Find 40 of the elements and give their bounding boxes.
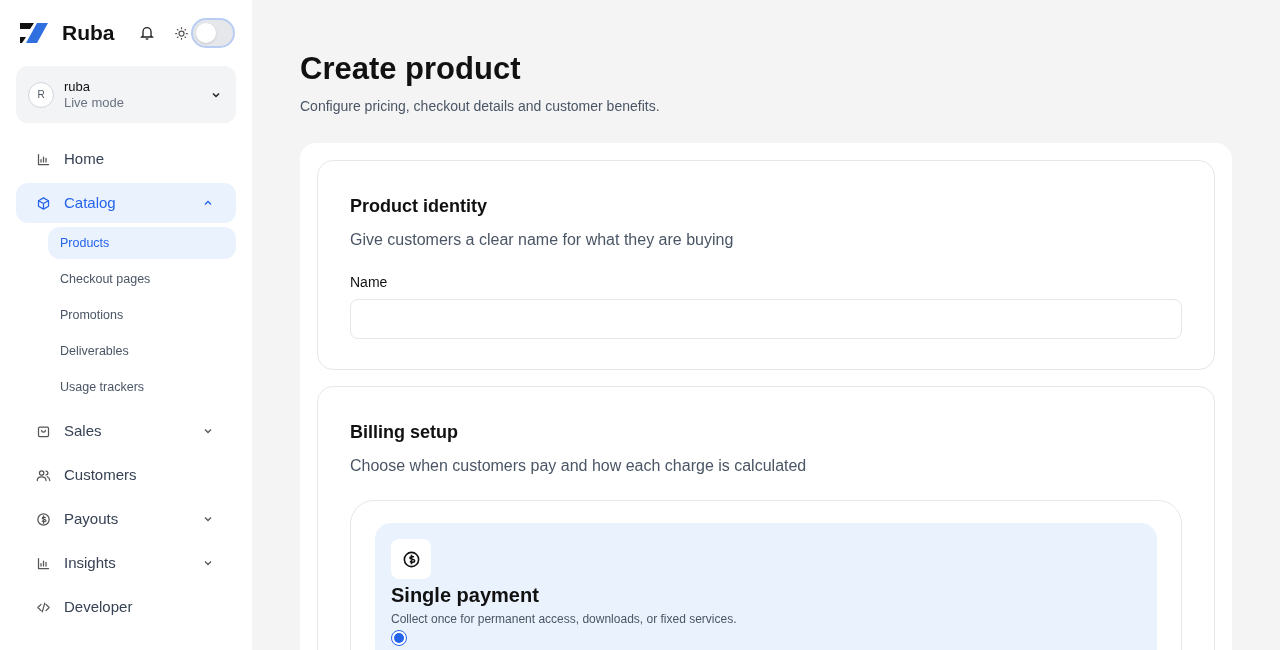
people-icon (36, 467, 51, 483)
page-subtitle: Configure pricing, checkout details and customer benefits. (300, 97, 661, 116)
dollar-icon (36, 511, 51, 527)
option-description: Collect once for permanent access, downloads, or fixed services. (391, 611, 737, 627)
sidebar-subitem[interactable]: Promotions (48, 299, 236, 331)
account-switcher[interactable]: R ruba Live mode (16, 66, 236, 123)
sidebar-subitem[interactable]: Usage trackers (48, 371, 236, 403)
bag-icon (36, 423, 51, 439)
billing-option-card[interactable]: Single payment Collect once for permanent access, downloads, or fixed services. (375, 523, 1157, 650)
account-name: ruba (64, 78, 92, 95)
theme-toggle[interactable] (192, 20, 233, 46)
sidebar-subitem[interactable]: Deliverables (48, 335, 236, 367)
name-input[interactable] (350, 299, 1182, 339)
section-subtitle: Give customers a clear name for what they are buying (350, 230, 735, 250)
sidebar-item[interactable]: Home (16, 139, 236, 179)
sidebar-item[interactable]: Catalog (16, 183, 236, 223)
sidebar-item[interactable]: Sales (16, 411, 236, 451)
sidebar-item[interactable]: Payouts (16, 499, 236, 539)
sidebar-item[interactable]: Customers (16, 455, 236, 495)
sidebar-subitem[interactable]: Products (48, 227, 236, 259)
bell-icon[interactable] (138, 25, 155, 41)
sidebar-subitem[interactable]: Checkout pages (48, 263, 236, 295)
option-title: Single payment (391, 583, 539, 608)
dollar-icon (401, 549, 421, 569)
box-icon (36, 195, 51, 211)
avatar: R (28, 81, 54, 108)
chart-icon (36, 151, 51, 167)
section-subtitle: Choose when customers pay and how each charge is calculated (350, 456, 808, 476)
sidebar-item[interactable]: Developer (16, 587, 236, 627)
chart-icon (36, 555, 51, 571)
logo-icon (20, 23, 48, 43)
sidebar-item[interactable]: Insights (16, 543, 236, 583)
radio-button[interactable] (391, 630, 407, 646)
section-title: Product identity (350, 195, 488, 218)
brand-name: Ruba (62, 20, 115, 47)
page-title: Create product (300, 50, 522, 88)
section-title: Billing setup (350, 421, 459, 444)
account-mode: Live mode (64, 94, 124, 111)
field-label: Name (350, 273, 389, 292)
sun-icon (173, 25, 189, 41)
